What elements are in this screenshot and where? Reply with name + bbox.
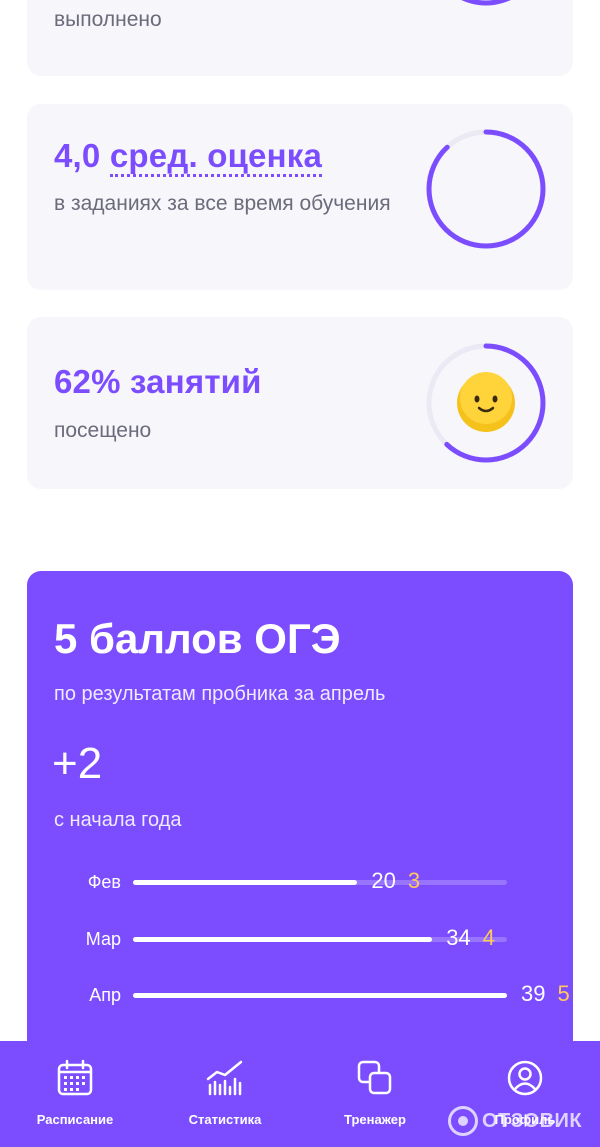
watermark-text: ОТЗОВИК <box>482 1109 583 1132</box>
tasks-subtitle: выполнено <box>54 8 162 31</box>
bar-fill <box>133 937 433 942</box>
exam-subtitle: по результатам пробника за апрель <box>54 683 386 705</box>
bar-grade: 3 <box>407 868 421 893</box>
grade-stat-card: 4,0 сред. оценка в заданиях за все время… <box>27 104 573 290</box>
bar-fill <box>133 993 507 998</box>
bar-points: 20 <box>371 868 396 893</box>
smiley-emoji-icon <box>457 372 515 432</box>
nav-label: Статистика <box>188 1112 262 1127</box>
exam-title: 5 баллов ОГЭ <box>54 615 341 662</box>
nav-label: Тренажер <box>344 1112 406 1127</box>
calendar-icon <box>57 1059 93 1096</box>
tasks-stat-card: выполнено <box>27 0 573 76</box>
grade-value: 4,0 <box>54 137 101 174</box>
bar-month-label: Фев <box>87 872 121 892</box>
exam-delta: +2 <box>52 739 103 788</box>
watermark-logo-icon <box>448 1106 478 1136</box>
user-icon <box>507 1060 543 1096</box>
bar-track <box>133 993 507 998</box>
bar-score: 34 4 <box>446 925 495 951</box>
tasks-progress-ring <box>427 0 545 6</box>
bar-points: 34 <box>446 925 471 950</box>
nav-item-statistics[interactable]: Статистика <box>150 1041 300 1147</box>
chart-icon <box>206 1060 243 1096</box>
bar-month-label: Мар <box>85 929 121 949</box>
bar-score: 20 3 <box>371 868 420 894</box>
exam-bar-row: Фев 20 3 <box>27 868 573 898</box>
grade-label-link[interactable]: сред. оценка <box>109 137 323 177</box>
copy-icon <box>357 1060 392 1095</box>
bar-grade: 5 <box>557 981 570 1006</box>
grade-subtitle: в заданиях за все время обучения <box>54 192 391 215</box>
exam-bar-row: Мар 34 4 <box>27 925 573 955</box>
exam-results-card: 5 баллов ОГЭ по результатам пробника за … <box>27 571 573 1071</box>
bar-month-label: Апр <box>89 985 121 1005</box>
attendance-headline: 62% занятий <box>54 363 262 400</box>
attendance-stat-card: 62% занятий посещено <box>27 317 573 489</box>
attendance-subtitle: посещено <box>54 419 152 442</box>
attendance-progress-ring <box>426 343 546 463</box>
bar-points: 39 <box>521 981 546 1006</box>
bar-score: 39 5 <box>521 981 570 1007</box>
bar-grade: 4 <box>482 925 495 950</box>
exam-since-label: с начала года <box>54 809 182 831</box>
nav-item-schedule[interactable]: Расписание <box>0 1041 150 1147</box>
exam-bar-row: Апр 39 5 <box>27 981 573 1011</box>
nav-label: Расписание <box>36 1112 114 1127</box>
bar-fill <box>133 880 358 885</box>
grade-progress-ring <box>426 129 546 249</box>
bar-track <box>133 880 507 885</box>
watermark: ОТЗОВИК <box>448 1103 582 1139</box>
grade-headline: 4,0 сред. оценка <box>54 137 323 177</box>
nav-item-trainer[interactable]: Тренажер <box>300 1041 450 1147</box>
